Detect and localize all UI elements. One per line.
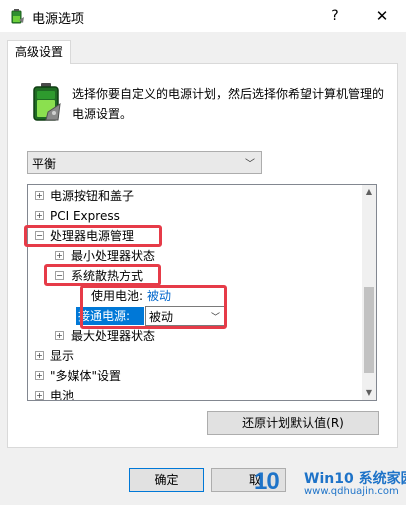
collapse-icon[interactable]: −	[35, 231, 44, 240]
tree-item-multimedia[interactable]: + "多媒体"设置	[28, 366, 362, 386]
battery-icon	[33, 83, 61, 121]
expand-icon[interactable]: +	[35, 391, 44, 400]
close-button[interactable]: ✕	[364, 4, 400, 28]
expand-icon[interactable]: +	[35, 351, 44, 360]
help-button[interactable]: ?	[317, 4, 353, 28]
tree-item-label: 电池	[50, 389, 75, 401]
tree-item-cooling-policy[interactable]: − 系统散热方式	[28, 266, 362, 286]
plugged-in-label: 接通电源:	[76, 307, 144, 325]
plugged-in-value: 被动	[149, 310, 174, 324]
tree-item-min-processor-state[interactable]: + 最小处理器状态	[28, 246, 362, 266]
tree-item-max-processor-state[interactable]: + 最大处理器状态	[28, 326, 362, 346]
watermark-url: www.qdhuajin.com	[304, 486, 399, 497]
scrollbar-thumb[interactable]	[364, 287, 374, 373]
settings-tree[interactable]: + 电源按钮和盖子 + PCI Express − 处理器电源管理 + 最小处理…	[27, 184, 377, 401]
watermark-brand: Win10 系统家园	[304, 471, 406, 487]
on-battery-value-link[interactable]: 被动	[147, 286, 171, 306]
window-title: 电源选项	[32, 12, 85, 27]
expand-icon[interactable]: +	[35, 191, 44, 200]
tree-item-power-buttons[interactable]: + 电源按钮和盖子	[28, 186, 362, 206]
collapse-icon[interactable]: −	[55, 271, 64, 280]
tree-item-label: 使用电池:	[91, 289, 144, 303]
plugged-in-select[interactable]: 被动 ﹀	[145, 306, 225, 326]
tree-item-label: PCI Express	[50, 209, 120, 223]
power-plan-select[interactable]: 平衡 ﹀	[27, 151, 262, 174]
tree-item-label: 处理器电源管理	[50, 229, 135, 243]
power-options-icon	[11, 9, 24, 24]
expand-icon[interactable]: +	[35, 211, 44, 220]
tree-item-label: 最大处理器状态	[71, 329, 156, 343]
site-watermark: 10 Win10 系统家园 www.qdhuajin.com	[254, 466, 406, 504]
title-bar: 电源选项 ? ✕	[0, 0, 406, 32]
chevron-down-icon: ﹀	[245, 159, 255, 170]
tab-advanced-settings[interactable]: 高级设置	[7, 40, 71, 64]
scroll-down-icon[interactable]: ▼	[362, 386, 376, 400]
tree-item-display[interactable]: + 显示	[28, 346, 362, 366]
tree-item-on-battery[interactable]: 使用电池: 被动	[28, 286, 362, 306]
tree-item-label: 电源按钮和盖子	[50, 189, 135, 203]
tree-item-pci-express[interactable]: + PCI Express	[28, 206, 362, 226]
tree-item-battery[interactable]: + 电池	[28, 386, 362, 401]
chevron-down-icon: ﹀	[210, 313, 220, 323]
tree-item-label: 系统散热方式	[71, 269, 144, 283]
tree-item-label: 最小处理器状态	[71, 249, 156, 263]
tree-scrollbar[interactable]: ▲ ▼	[362, 185, 376, 400]
restore-defaults-button[interactable]: 还原计划默认值(R)	[207, 411, 379, 435]
expand-icon[interactable]: +	[55, 331, 64, 340]
power-plan-value: 平衡	[32, 157, 57, 171]
expand-icon[interactable]: +	[55, 251, 64, 260]
watermark-logo: 10	[254, 468, 280, 495]
tree-item-label: 显示	[50, 349, 75, 363]
expand-icon[interactable]: +	[35, 371, 44, 380]
tree-item-label: "多媒体"设置	[50, 369, 122, 383]
ok-button[interactable]: 确定	[129, 468, 204, 492]
description-text: 选择你要自定义的电源计划，然后选择你希望计算机管理的电源设置。	[72, 87, 385, 121]
tree-item-processor-power[interactable]: − 处理器电源管理	[28, 226, 362, 246]
scroll-up-icon[interactable]: ▲	[362, 185, 376, 199]
